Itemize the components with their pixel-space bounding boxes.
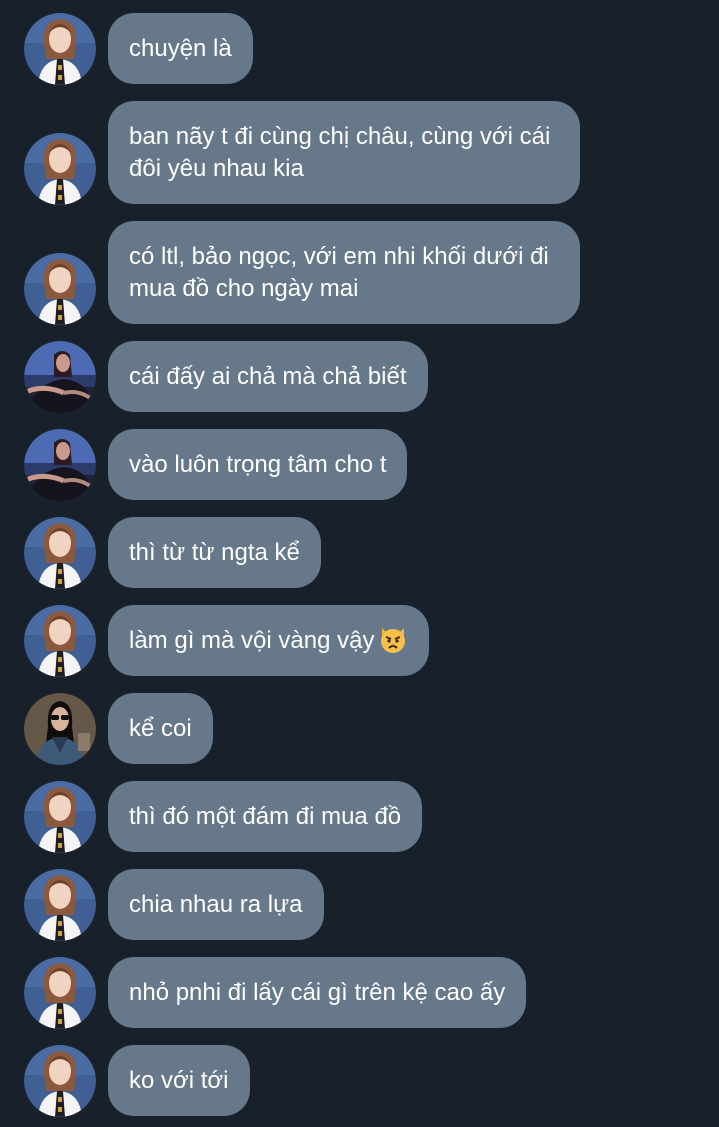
message-bubble[interactable]: thì từ từ ngta kể bbox=[108, 517, 321, 588]
woman-blonde-avatar[interactable] bbox=[24, 1045, 96, 1117]
message-bubble[interactable]: ban nãy t đi cùng chị châu, cùng với cái… bbox=[108, 101, 580, 204]
message-text: chia nhau ra lựa bbox=[129, 890, 303, 918]
message-text: vào luôn trọng tâm cho t bbox=[129, 450, 387, 478]
message-text: làm gì mà vội vàng vậy bbox=[129, 624, 408, 657]
message-text: kể coi bbox=[129, 714, 192, 742]
message-text-content: làm gì mà vội vàng vậy bbox=[129, 627, 375, 654]
message-bubble[interactable]: chuyện là bbox=[108, 13, 253, 84]
woman-blonde-avatar[interactable] bbox=[24, 957, 96, 1029]
message-bubble[interactable]: nhỏ pnhi đi lấy cái gì trên kệ cao ấy bbox=[108, 957, 527, 1028]
woman-blonde-avatar[interactable] bbox=[24, 605, 96, 677]
message-text: chuyện là bbox=[129, 34, 232, 62]
message-text: có ltl, bảo ngọc, với em nhi khối dưới đ… bbox=[129, 242, 549, 302]
message-text: ko với tới bbox=[129, 1066, 229, 1094]
message-bubble[interactable]: làm gì mà vội vàng vậy bbox=[108, 605, 430, 676]
woman-blonde-avatar[interactable] bbox=[24, 869, 96, 941]
message-bubble[interactable]: cái đấy ai chả mà chả biết bbox=[108, 341, 428, 412]
message-bubble[interactable]: ko với tới bbox=[108, 1045, 250, 1116]
woman-blonde-avatar[interactable] bbox=[24, 13, 96, 85]
woman-dark-blue-avatar[interactable] bbox=[24, 341, 96, 413]
message-text: thì từ từ ngta kể bbox=[129, 538, 300, 566]
woman-blonde-avatar[interactable] bbox=[24, 133, 96, 205]
message-bubble[interactable]: chia nhau ra lựa bbox=[108, 869, 324, 940]
message-text: thì đó một đám đi mua đồ bbox=[129, 802, 402, 830]
person-sunglasses-avatar[interactable] bbox=[24, 693, 96, 765]
woman-blonde-avatar[interactable] bbox=[24, 517, 96, 589]
woman-blonde-avatar[interactable] bbox=[24, 253, 96, 325]
message-bubble[interactable]: thì đó một đám đi mua đồ bbox=[108, 781, 423, 852]
pouting-cat-emoji-icon bbox=[381, 628, 406, 653]
message-text: cái đấy ai chả mà chả biết bbox=[129, 362, 407, 390]
message-bubble[interactable]: vào luôn trọng tâm cho t bbox=[108, 429, 408, 500]
message-bubble[interactable]: có ltl, bảo ngọc, với em nhi khối dưới đ… bbox=[108, 221, 580, 324]
message-text: ban nãy t đi cùng chị châu, cùng với cái… bbox=[129, 122, 551, 182]
woman-dark-blue-avatar[interactable] bbox=[24, 429, 96, 501]
message-bubble[interactable]: kể coi bbox=[108, 693, 213, 764]
woman-blonde-avatar[interactable] bbox=[24, 781, 96, 853]
message-text: nhỏ pnhi đi lấy cái gì trên kệ cao ấy bbox=[129, 978, 506, 1006]
